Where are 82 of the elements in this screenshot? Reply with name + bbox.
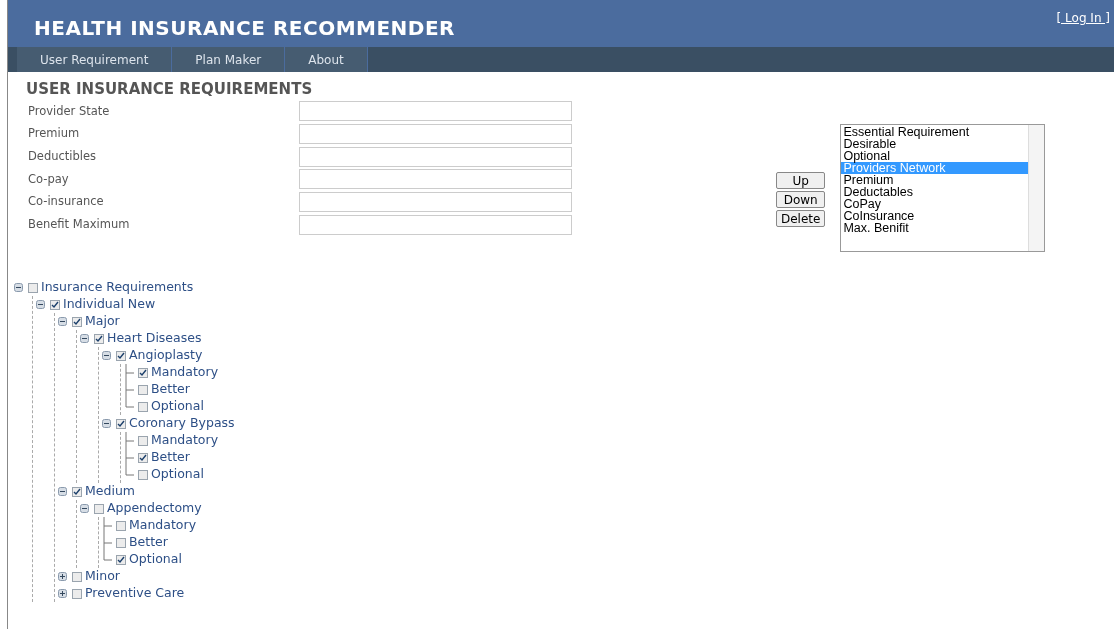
login-link[interactable]: [ Log In ] xyxy=(1056,9,1110,27)
input-field[interactable] xyxy=(299,214,572,235)
expand-icon[interactable] xyxy=(58,589,69,598)
tree-checkbox[interactable] xyxy=(28,282,38,293)
tree-checkbox[interactable] xyxy=(116,350,126,361)
field-label: Co-pay xyxy=(27,170,70,188)
collapse-icon[interactable] xyxy=(102,351,113,360)
field-label: Co-insurance xyxy=(27,193,105,211)
priority-listbox[interactable]: Essential Requirement Desirable Optional Providers Network Premium Deductables CoPay CoInsurance Max. Benifit xyxy=(840,124,1046,252)
tree-checkbox[interactable] xyxy=(138,401,148,412)
tree-node-label[interactable]: Major xyxy=(85,315,120,328)
tree-node-label[interactable]: Medium xyxy=(85,485,135,498)
tree-checkbox[interactable] xyxy=(72,588,82,599)
tree-node-label[interactable]: Mandatory xyxy=(129,519,197,532)
tree-node-label[interactable]: Optional xyxy=(129,553,182,566)
tree-checkbox[interactable] xyxy=(72,486,82,497)
tree-checkbox[interactable] xyxy=(138,469,148,480)
list-option[interactable]: Essential Requirement xyxy=(841,126,1029,138)
tree-checkbox[interactable] xyxy=(138,384,148,395)
tree-checkbox[interactable] xyxy=(116,537,126,548)
section-title: USER INSURANCE REQUIREMENTS xyxy=(26,82,314,97)
tree-node-label[interactable]: Better xyxy=(129,536,168,549)
nav-tab[interactable]: About xyxy=(285,47,368,72)
collapse-icon[interactable] xyxy=(36,300,47,309)
list-order-button[interactable]: Delete xyxy=(776,210,826,227)
tree-checkbox[interactable] xyxy=(94,503,104,514)
tree-node-label[interactable]: Better xyxy=(151,451,190,464)
tree-node-label[interactable]: Heart Diseases xyxy=(107,332,202,345)
expand-icon[interactable] xyxy=(58,572,69,581)
list-option[interactable]: Optional xyxy=(841,150,1029,162)
collapse-icon[interactable] xyxy=(58,487,69,496)
tree-checkbox[interactable] xyxy=(116,554,126,565)
tree-connector-icon xyxy=(124,364,135,381)
list-order-button[interactable]: Down xyxy=(776,191,826,208)
collapse-icon[interactable] xyxy=(80,334,91,343)
list-order-button[interactable]: Up xyxy=(776,172,826,189)
field-label: Premium xyxy=(27,125,81,143)
tree-node-label[interactable]: Preventive Care xyxy=(85,587,185,600)
tree-checkbox[interactable] xyxy=(138,367,148,378)
tree-node-label[interactable]: Angioplasty xyxy=(129,349,203,362)
app-title: HEALTH INSURANCE RECOMMENDER xyxy=(34,15,455,42)
tree-node-label[interactable]: Optional xyxy=(151,468,204,481)
nav-tab[interactable]: User Requirement xyxy=(17,47,173,72)
tree-node-label[interactable]: Appendectomy xyxy=(107,502,202,515)
tree-node-label[interactable]: Individual New xyxy=(63,298,156,311)
tree-connector-icon xyxy=(124,432,135,449)
field-label: Benefit Maximum xyxy=(27,216,131,234)
tree-node-label[interactable]: Minor xyxy=(85,570,120,583)
field-label: Deductibles xyxy=(27,148,98,166)
input-field[interactable] xyxy=(299,169,572,190)
tree-node-label[interactable]: Mandatory xyxy=(151,434,219,447)
collapse-icon[interactable] xyxy=(58,317,69,326)
tree-connector-icon xyxy=(102,517,113,534)
list-option[interactable]: Deductables xyxy=(841,186,1029,198)
list-option[interactable]: CoPay xyxy=(841,198,1029,210)
scrollbar[interactable] xyxy=(1028,125,1045,251)
collapse-icon[interactable] xyxy=(102,419,113,428)
tree-checkbox[interactable] xyxy=(72,571,82,582)
nav-tab[interactable]: Plan Maker xyxy=(172,47,286,72)
list-option[interactable]: Max. Benifit xyxy=(841,222,1029,234)
tree-node-label[interactable]: Insurance Requirements xyxy=(41,281,194,294)
tree-checkbox[interactable] xyxy=(72,316,82,327)
tree-checkbox[interactable] xyxy=(94,333,104,344)
list-option[interactable]: Desirable xyxy=(841,138,1029,150)
input-field[interactable] xyxy=(299,124,572,145)
tree-node-label[interactable]: Optional xyxy=(151,400,204,413)
collapse-icon[interactable] xyxy=(80,504,91,513)
field-label: Provider State xyxy=(27,102,111,120)
tree-node-label[interactable]: Coronary Bypass xyxy=(129,417,235,430)
input-field[interactable] xyxy=(299,146,572,167)
tree-checkbox[interactable] xyxy=(116,418,126,429)
tree-node-label[interactable]: Mandatory xyxy=(151,366,219,379)
input-field[interactable] xyxy=(299,101,572,122)
input-field[interactable] xyxy=(299,192,572,213)
tree-checkbox[interactable] xyxy=(116,520,126,531)
list-option[interactable]: CoInsurance xyxy=(841,210,1029,222)
list-option[interactable]: Premium xyxy=(841,174,1029,186)
tree-checkbox[interactable] xyxy=(50,299,60,310)
tree-checkbox[interactable] xyxy=(138,452,148,463)
collapse-icon[interactable] xyxy=(14,283,25,292)
tree-node-label[interactable]: Better xyxy=(151,383,190,396)
tree-checkbox[interactable] xyxy=(138,435,148,446)
